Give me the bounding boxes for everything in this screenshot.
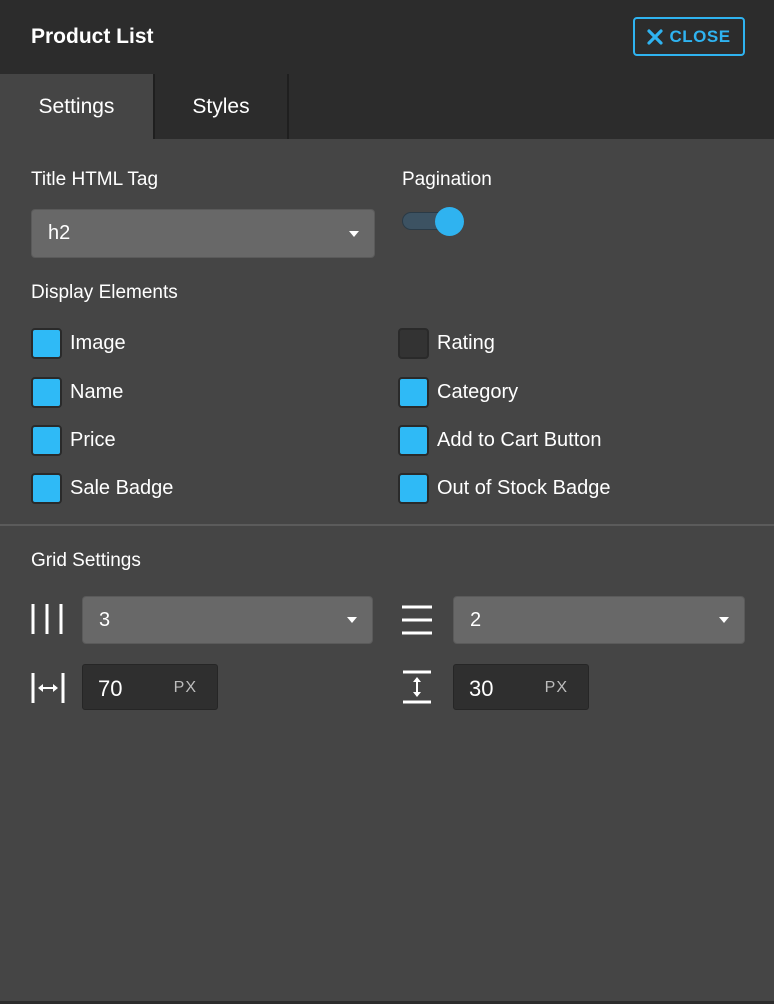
checkbox-label: Image [70, 331, 126, 354]
checkbox-box[interactable] [398, 327, 429, 359]
row-gap-value: 30 [469, 676, 494, 701]
column-gap-unit: PX [173, 679, 197, 696]
title-tag-select[interactable]: h2 [31, 209, 375, 258]
column-gap-icon [31, 673, 65, 703]
display-elements-label: Display Elements [31, 282, 178, 303]
checkbox-label: Sale Badge [70, 476, 174, 499]
checkbox-label: Price [70, 428, 116, 451]
row-gap-input[interactable]: 30 PX [453, 664, 589, 710]
chevron-down-icon [349, 230, 359, 237]
columns-icon [31, 604, 63, 634]
column-gap-value: 70 [98, 676, 123, 701]
checkbox-out-of-stock[interactable]: Out of Stock Badge [398, 472, 610, 504]
row-gap-unit: PX [544, 679, 568, 696]
tab-styles[interactable]: Styles [153, 74, 289, 139]
checkbox-image[interactable]: Image [31, 327, 126, 359]
close-button[interactable]: CLOSE [633, 17, 745, 56]
rows-icon [402, 605, 432, 635]
tab-bar: Settings Styles [0, 74, 774, 139]
pagination-toggle[interactable] [402, 207, 464, 236]
close-button-label: CLOSE [669, 26, 731, 46]
checkbox-category[interactable]: Category [398, 376, 518, 408]
checkbox-box[interactable] [398, 376, 429, 408]
columns-select[interactable]: 3 [82, 596, 373, 644]
section-divider [0, 524, 774, 526]
column-gap-input[interactable]: 70 PX [82, 664, 218, 710]
checkbox-label: Out of Stock Badge [437, 476, 611, 499]
pagination-label: Pagination [402, 169, 492, 190]
grid-settings-label: Grid Settings [31, 550, 141, 571]
checkbox-sale-badge[interactable]: Sale Badge [31, 472, 173, 504]
chevron-down-icon [347, 617, 357, 623]
checkbox-label: Name [70, 380, 124, 403]
columns-value: 3 [99, 608, 111, 631]
checkbox-label: Category [437, 380, 519, 403]
checkbox-label: Rating [437, 331, 495, 354]
checkbox-box[interactable] [398, 472, 429, 504]
checkbox-label: Add to Cart Button [437, 428, 602, 451]
checkbox-rating[interactable]: Rating [398, 327, 495, 359]
checkbox-box[interactable] [31, 376, 62, 408]
checkbox-box[interactable] [31, 424, 62, 456]
rows-select[interactable]: 2 [453, 596, 745, 644]
checkbox-box[interactable] [31, 327, 62, 359]
checkbox-price[interactable]: Price [31, 424, 116, 456]
checkbox-add-to-cart[interactable]: Add to Cart Button [398, 424, 602, 456]
checkbox-box[interactable] [31, 472, 62, 504]
tab-settings[interactable]: Settings [0, 74, 153, 139]
checkbox-name[interactable]: Name [31, 376, 123, 408]
title-tag-label: Title HTML Tag [31, 169, 159, 190]
rows-value: 2 [470, 608, 482, 631]
toggle-knob [435, 207, 464, 236]
panel-header: Product List CLOSE [0, 0, 774, 74]
row-gap-icon [403, 670, 431, 704]
title-tag-value: h2 [48, 222, 71, 244]
chevron-down-icon [719, 617, 729, 623]
close-icon [647, 28, 664, 45]
panel-title: Product List [31, 25, 154, 48]
checkbox-box[interactable] [398, 424, 429, 456]
